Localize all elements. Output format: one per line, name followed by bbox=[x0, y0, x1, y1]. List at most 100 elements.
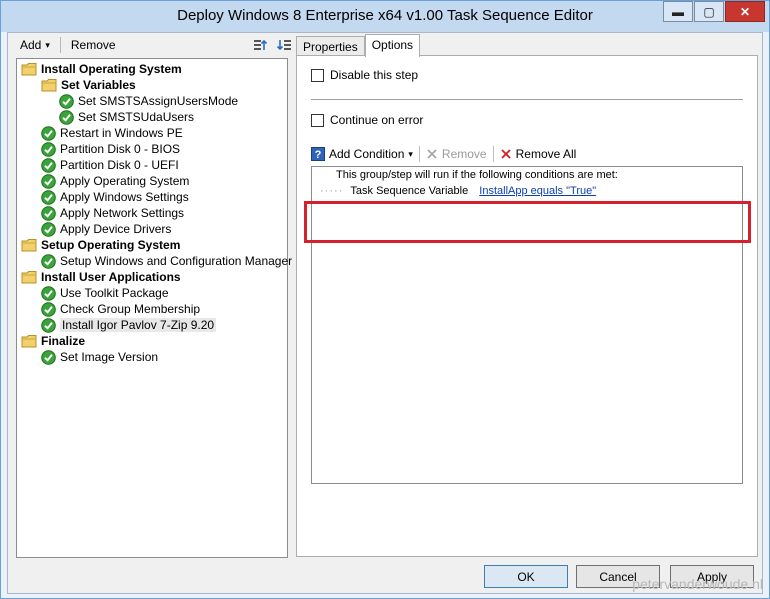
condition-type: Task Sequence Variable bbox=[350, 185, 469, 197]
tree-step[interactable]: Apply Device Drivers bbox=[41, 221, 171, 237]
tree-node-label: Finalize bbox=[41, 334, 86, 348]
tree-group[interactable]: Setup Operating System bbox=[21, 237, 180, 253]
remove-all-label: Remove All bbox=[515, 147, 577, 161]
minimize-button[interactable]: ▬ bbox=[663, 1, 693, 22]
tree-node-label: Install User Applications bbox=[41, 270, 181, 284]
remove-x-icon bbox=[427, 149, 437, 159]
folder-icon bbox=[41, 78, 57, 92]
tree-node-label: Set SMSTSUdaUsers bbox=[78, 110, 195, 124]
check-icon bbox=[41, 349, 56, 365]
condition-item[interactable]: ····· Task Sequence Variable InstallApp … bbox=[320, 185, 596, 197]
check-icon bbox=[41, 221, 56, 237]
conditions-list[interactable]: This group/step will run if the followin… bbox=[311, 166, 743, 484]
tab-strip: Properties Options bbox=[296, 34, 421, 57]
check-icon bbox=[59, 109, 74, 125]
check-icon bbox=[59, 93, 74, 109]
check-icon bbox=[41, 285, 56, 301]
options-panel: Disable this step Continue on error ? Ad… bbox=[296, 55, 758, 557]
check-icon bbox=[41, 157, 56, 173]
tree-group[interactable]: Finalize bbox=[21, 333, 85, 349]
tab-properties[interactable]: Properties bbox=[296, 36, 365, 57]
toolbar-divider bbox=[59, 37, 61, 53]
tree-toolbar-icons bbox=[252, 37, 292, 53]
tree-node-label: Apply Operating System bbox=[60, 174, 190, 188]
move-up-icon[interactable] bbox=[252, 37, 268, 53]
add-label: Add bbox=[20, 38, 42, 52]
tree-node-label: Apply Windows Settings bbox=[60, 190, 189, 204]
editor-window: Deploy Windows 8 Enterprise x64 v1.00 Ta… bbox=[0, 0, 770, 599]
tree-node-label: Setup Operating System bbox=[41, 238, 181, 252]
move-down-icon[interactable] bbox=[276, 37, 292, 53]
tree-node-label: Check Group Membership bbox=[60, 302, 201, 316]
tree-step[interactable]: Apply Windows Settings bbox=[41, 189, 189, 205]
continue-on-error-checkbox[interactable] bbox=[311, 113, 324, 127]
continue-on-error-label: Continue on error bbox=[330, 113, 424, 127]
tree-step[interactable]: Partition Disk 0 - UEFI bbox=[41, 157, 179, 173]
folder-icon bbox=[21, 334, 37, 348]
chevron-down-icon: ▾ bbox=[45, 39, 50, 50]
disable-step-option[interactable]: Disable this step bbox=[311, 68, 418, 82]
tree-step[interactable]: Apply Network Settings bbox=[41, 205, 184, 221]
tree-step[interactable]: Check Group Membership bbox=[41, 301, 200, 317]
check-icon bbox=[41, 189, 56, 205]
tree-node-label: Restart in Windows PE bbox=[60, 126, 183, 140]
tree-node-label: Set SMSTSAssignUsersMode bbox=[78, 94, 239, 108]
tree-node-label: Partition Disk 0 - UEFI bbox=[60, 158, 179, 172]
check-icon bbox=[41, 125, 56, 141]
remove-all-conditions-button[interactable]: Remove All bbox=[500, 147, 577, 161]
tree-node-label: Apply Device Drivers bbox=[60, 222, 172, 236]
tree-toolbar: Add ▾ Remove bbox=[16, 33, 292, 57]
close-button[interactable]: ✕ bbox=[725, 1, 765, 22]
continue-on-error-option[interactable]: Continue on error bbox=[311, 113, 423, 127]
conditions-header: This group/step will run if the followin… bbox=[336, 169, 618, 181]
disable-step-checkbox[interactable] bbox=[311, 68, 324, 82]
check-icon bbox=[41, 173, 56, 189]
title-bar[interactable]: Deploy Windows 8 Enterprise x64 v1.00 Ta… bbox=[1, 1, 769, 32]
tree-step[interactable]: Set Image Version bbox=[41, 349, 158, 365]
tree-step[interactable]: Partition Disk 0 - BIOS bbox=[41, 141, 180, 157]
tree-node-label: Install Igor Pavlov 7-Zip 9.20 bbox=[60, 318, 217, 332]
tree-step[interactable]: Restart in Windows PE bbox=[41, 125, 183, 141]
tree-node-label: Apply Network Settings bbox=[60, 206, 185, 220]
remove-all-x-icon bbox=[500, 149, 511, 159]
tree-group[interactable]: Install Operating System bbox=[21, 61, 182, 77]
add-condition-button[interactable]: ? Add Condition ▾ bbox=[311, 147, 413, 161]
toolbar-divider bbox=[492, 146, 494, 162]
check-icon bbox=[41, 253, 56, 269]
tree-node-label: Install Operating System bbox=[41, 62, 182, 76]
tab-options[interactable]: Options bbox=[364, 34, 421, 57]
ok-button[interactable]: OK bbox=[484, 565, 568, 588]
remove-condition-button[interactable]: Remove bbox=[426, 147, 487, 161]
tree-node-label: Set Variables bbox=[61, 78, 136, 92]
tree-step[interactable]: Set SMSTSAssignUsersMode bbox=[59, 93, 238, 109]
tree-step[interactable]: Setup Windows and Configuration Manager bbox=[41, 253, 292, 269]
tree-step[interactable]: Apply Operating System bbox=[41, 173, 189, 189]
chevron-down-icon: ▾ bbox=[408, 148, 413, 159]
options-divider bbox=[311, 99, 743, 100]
tree-step[interactable]: Set SMSTSUdaUsers bbox=[59, 109, 194, 125]
tree-group[interactable]: Set Variables bbox=[41, 77, 136, 93]
maximize-button[interactable]: ▢ bbox=[694, 1, 724, 22]
window-controls: ▬ ▢ ✕ bbox=[663, 1, 765, 22]
add-menu-button[interactable]: Add ▾ bbox=[16, 36, 54, 54]
condition-link[interactable]: InstallApp equals "True" bbox=[479, 185, 596, 197]
add-condition-label: Add Condition bbox=[329, 147, 405, 161]
tree-group[interactable]: Install User Applications bbox=[21, 269, 181, 285]
editor-client-area: Add ▾ Remove Install Operating System Se… bbox=[7, 32, 763, 594]
folder-icon bbox=[21, 62, 37, 76]
remove-button[interactable]: Remove bbox=[67, 36, 120, 54]
window-title: Deploy Windows 8 Enterprise x64 v1.00 Ta… bbox=[177, 7, 593, 24]
tree-step[interactable]: Use Toolkit Package bbox=[41, 285, 169, 301]
check-icon bbox=[41, 205, 56, 221]
task-sequence-tree[interactable]: Install Operating System Set Variables Set… bbox=[16, 58, 292, 558]
tree-step[interactable]: Install Igor Pavlov 7-Zip 9.20 bbox=[41, 317, 217, 333]
remove-condition-label: Remove bbox=[441, 147, 487, 161]
tree-node-label: Use Toolkit Package bbox=[60, 286, 169, 300]
check-icon bbox=[41, 317, 56, 333]
toolbar-divider bbox=[418, 146, 420, 162]
tree-connector: ····· bbox=[320, 185, 344, 197]
folder-icon bbox=[21, 238, 37, 252]
tree-node-label: Setup Windows and Configuration Manager bbox=[60, 254, 293, 268]
check-icon bbox=[41, 301, 56, 317]
tree-node-label: Partition Disk 0 - BIOS bbox=[60, 142, 181, 156]
